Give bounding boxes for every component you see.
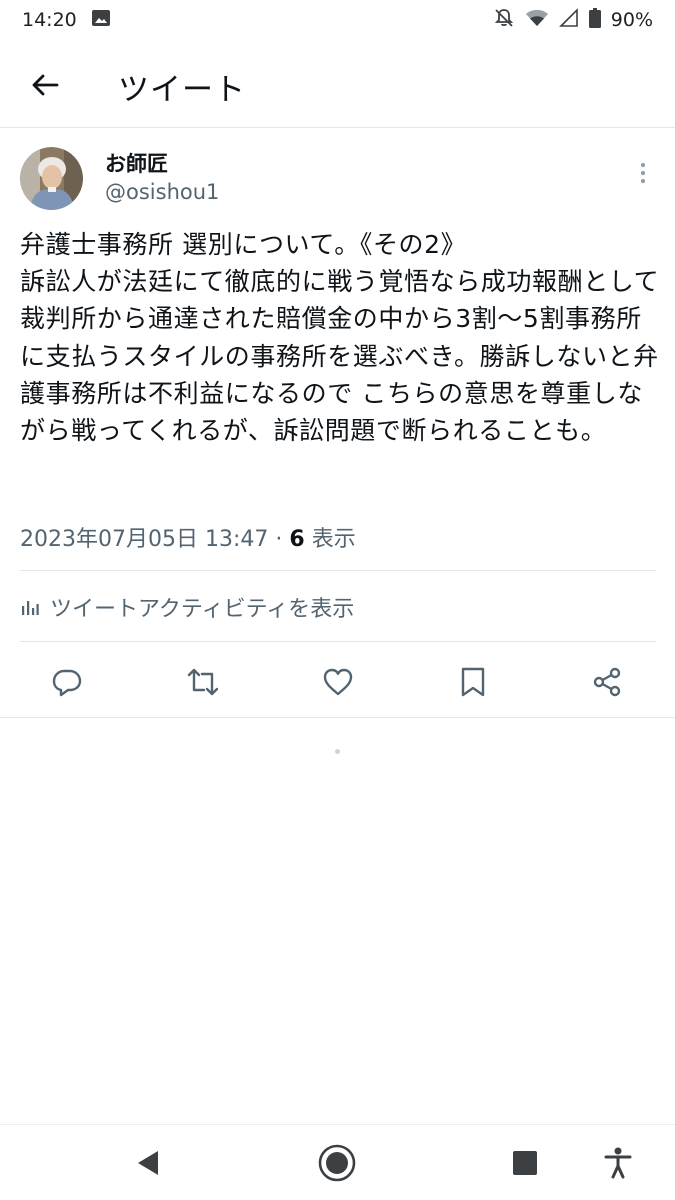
loading-dot bbox=[335, 749, 340, 754]
page-title: ツイート bbox=[118, 72, 246, 108]
accessibility-icon bbox=[604, 1147, 632, 1179]
wifi-icon bbox=[525, 8, 549, 33]
meta-separator: · bbox=[275, 527, 283, 552]
battery-percent: 90% bbox=[610, 9, 653, 31]
system-nav-bar bbox=[0, 1124, 675, 1200]
tweet-datetime[interactable]: 2023年07月05日 13:47 bbox=[20, 527, 268, 552]
views-count: 6 bbox=[289, 527, 305, 552]
meta-divider bbox=[20, 570, 656, 571]
bookmark-icon bbox=[461, 667, 485, 697]
tweet-meta: 2023年07月05日 13:47 · 6 表示 bbox=[20, 521, 356, 553]
share-icon bbox=[593, 667, 621, 697]
battery-icon bbox=[588, 7, 601, 33]
accessibility-button[interactable] bbox=[598, 1143, 638, 1183]
arrow-left-icon bbox=[32, 74, 59, 96]
more-dots-icon bbox=[641, 163, 645, 167]
more-options-button[interactable] bbox=[628, 158, 658, 188]
home-circle-icon bbox=[318, 1144, 356, 1182]
back-triangle-icon bbox=[138, 1151, 158, 1175]
reply-button[interactable] bbox=[45, 660, 89, 704]
tweet-action-bar bbox=[0, 660, 675, 704]
status-bar: 14:20 90% bbox=[0, 0, 675, 40]
tweet-activity-link[interactable]: ツイートアクティビティを表示 bbox=[20, 591, 354, 623]
status-time: 14:20 bbox=[22, 9, 77, 31]
avatar[interactable] bbox=[20, 147, 83, 210]
views-label: 表示 bbox=[311, 527, 356, 552]
signal-icon bbox=[558, 7, 579, 33]
recents-square-icon bbox=[513, 1151, 537, 1175]
activity-label: ツイートアクティビティを表示 bbox=[50, 597, 355, 622]
retweet-icon bbox=[187, 668, 219, 696]
author-handle[interactable]: @osishou1 bbox=[105, 180, 219, 204]
bookmark-button[interactable] bbox=[451, 660, 495, 704]
back-button[interactable] bbox=[26, 66, 64, 104]
analytics-icon bbox=[22, 601, 39, 615]
share-button[interactable] bbox=[585, 660, 629, 704]
header-divider bbox=[0, 127, 675, 128]
image-icon bbox=[91, 8, 111, 33]
mute-icon bbox=[493, 7, 515, 34]
tweet-text: 弁護士事務所 選別について。《その2》 訴訟人が法廷にて徹底的に戦う覚悟なら成功… bbox=[20, 230, 660, 446]
activity-divider bbox=[20, 641, 656, 642]
like-button[interactable] bbox=[316, 660, 360, 704]
author-display-name[interactable]: お師匠 bbox=[105, 148, 168, 178]
actions-divider bbox=[0, 717, 675, 718]
retweet-button[interactable] bbox=[181, 660, 225, 704]
reply-icon bbox=[52, 669, 82, 697]
system-back-button[interactable] bbox=[128, 1143, 168, 1183]
system-recents-button[interactable] bbox=[505, 1143, 545, 1183]
tweet-header: ツイート bbox=[0, 42, 675, 126]
system-home-button[interactable] bbox=[317, 1143, 357, 1183]
like-icon bbox=[323, 668, 353, 696]
